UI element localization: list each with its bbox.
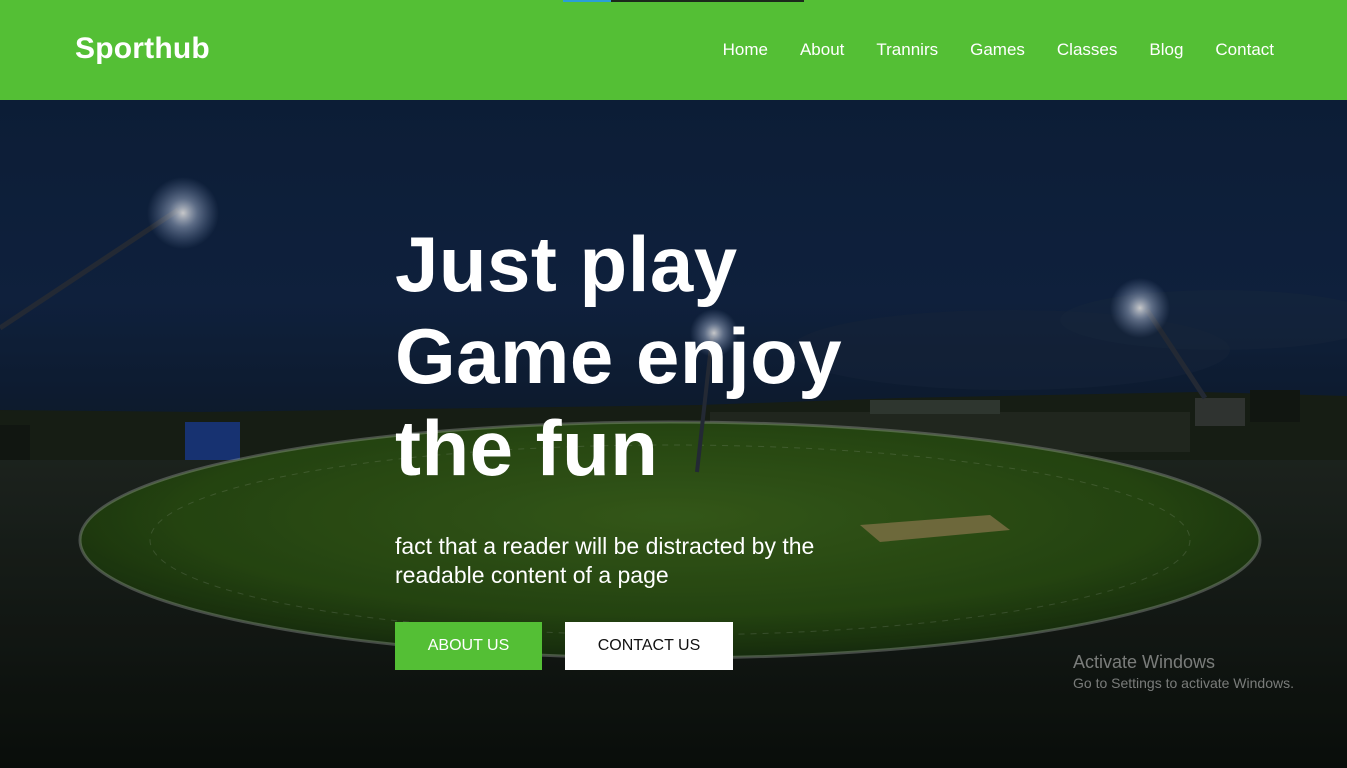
headline-line-3: the fun (395, 404, 659, 492)
nav-home[interactable]: Home (723, 38, 768, 62)
watermark-subtitle: Go to Settings to activate Windows. (1073, 675, 1294, 691)
top-progress-line (563, 0, 804, 2)
nav-classes[interactable]: Classes (1057, 38, 1117, 62)
headline-line-1: Just play (395, 220, 738, 308)
nav-games[interactable]: Games (970, 38, 1025, 62)
nav-about[interactable]: About (800, 38, 844, 62)
headline-line-2: Game enjoy (395, 312, 843, 400)
hero-content: Just play Game enjoy the fun fact that a… (395, 218, 915, 670)
hero-buttons: ABOUT US CONTACT US (395, 622, 915, 670)
hero-subtext: fact that a reader will be distracted by… (395, 532, 865, 590)
windows-activation-watermark: Activate Windows Go to Settings to activ… (1073, 651, 1294, 692)
progress-accent (563, 0, 611, 2)
subtext-line-2: readable content of a page (395, 562, 669, 588)
nav-blog[interactable]: Blog (1149, 38, 1183, 62)
about-us-button[interactable]: ABOUT US (395, 622, 542, 670)
contact-us-button[interactable]: CONTACT US (565, 622, 733, 670)
watermark-title: Activate Windows (1073, 652, 1216, 672)
subtext-line-1: fact that a reader will be distracted by… (395, 533, 815, 559)
nav-contact[interactable]: Contact (1215, 38, 1274, 62)
nav-trainers[interactable]: Trannirs (876, 38, 938, 62)
site-header: Sporthub Home About Trannirs Games Class… (0, 0, 1347, 100)
hero-headline: Just play Game enjoy the fun (395, 218, 915, 494)
brand-logo[interactable]: Sporthub (75, 32, 210, 66)
main-nav: Home About Trannirs Games Classes Blog C… (723, 38, 1274, 62)
